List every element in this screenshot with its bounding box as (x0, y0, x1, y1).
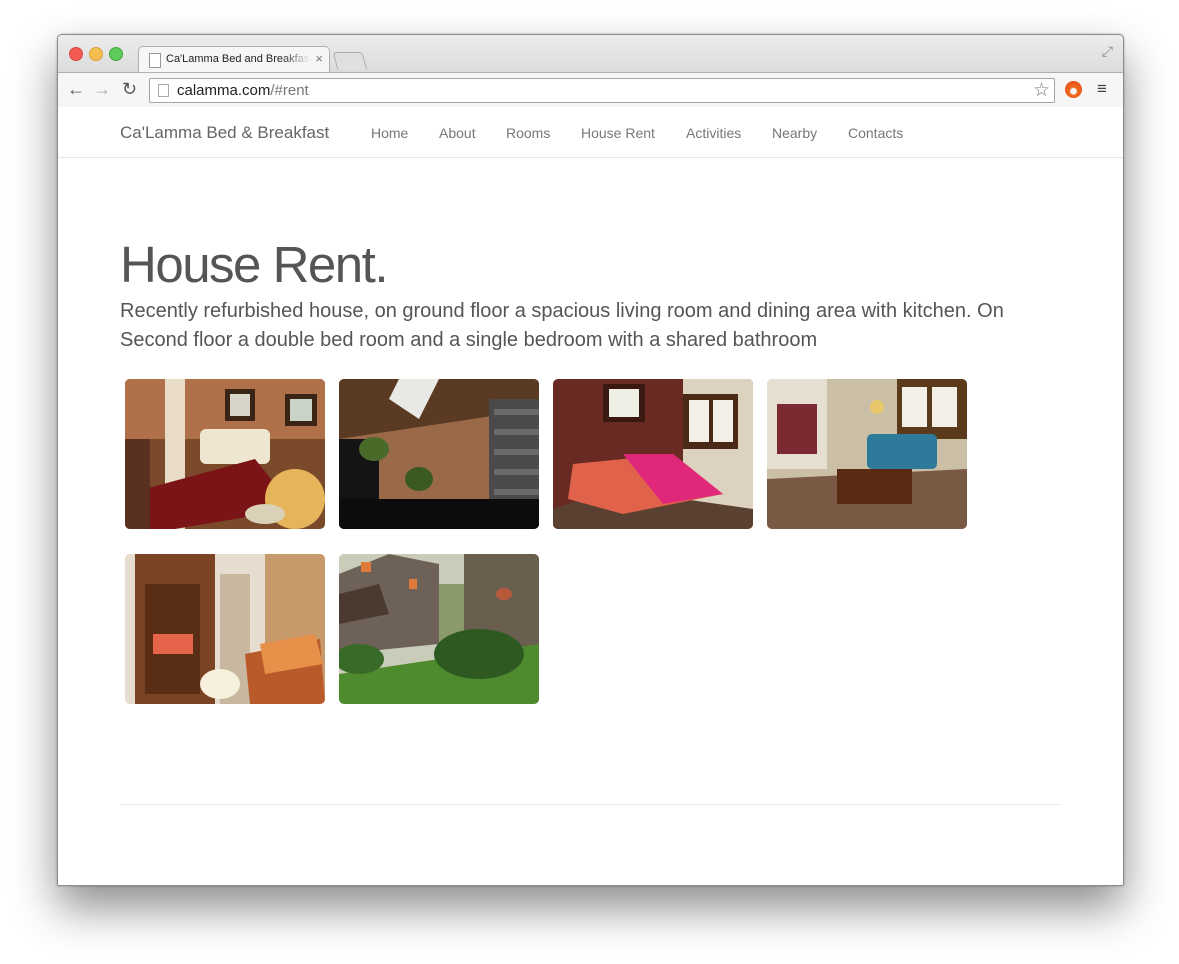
nav-activities[interactable]: Activities (686, 125, 741, 141)
url-host: calamma.com (177, 82, 271, 99)
window-close-button[interactable] (69, 47, 83, 61)
browser-menu-icon[interactable]: ≡ (1097, 79, 1107, 99)
fullscreen-icon[interactable]: ⤢ (1102, 43, 1113, 60)
nav-house-rent[interactable]: House Rent (581, 125, 655, 141)
tab-close-icon[interactable]: × (315, 51, 323, 66)
browser-toolbar: ← → ↻ calamma.com/#rent ☆ ≡ (58, 72, 1123, 108)
window-zoom-button[interactable] (109, 47, 123, 61)
page-icon (158, 84, 169, 97)
new-tab-button[interactable] (332, 52, 368, 70)
photo-dining-room[interactable] (767, 379, 967, 529)
nav-nearby[interactable]: Nearby (772, 125, 817, 141)
tab-title: Ca'Lamma Bed and Breakfast (166, 53, 311, 65)
back-arrow-icon[interactable]: ← (67, 78, 85, 100)
bookmark-star-icon[interactable]: ☆ (1033, 79, 1050, 102)
page-viewport: Ca'Lamma Bed & Breakfast Home About Room… (58, 107, 1123, 885)
photo-double-bedroom[interactable] (553, 379, 753, 529)
photo-house-exterior[interactable] (339, 554, 539, 704)
photo-living-room[interactable] (125, 379, 325, 529)
address-bar[interactable]: calamma.com/#rent ☆ (149, 78, 1055, 103)
nav-contacts[interactable]: Contacts (848, 125, 903, 141)
extension-flame-icon[interactable] (1065, 81, 1082, 98)
page-title: House Rent. (120, 236, 389, 293)
footer-divider (120, 804, 1061, 805)
window-minimize-button[interactable] (89, 47, 103, 61)
title-bar: Ca'Lamma Bed and Breakfast × ⤢ (58, 35, 1123, 73)
house-description: Recently refurbished house, on ground fl… (120, 300, 1004, 351)
page-icon (149, 53, 161, 68)
brand-link[interactable]: Ca'Lamma Bed & Breakfast (120, 123, 329, 143)
nav-home[interactable]: Home (371, 125, 408, 141)
photo-single-bedroom[interactable] (125, 554, 325, 704)
nav-rooms[interactable]: Rooms (506, 125, 550, 141)
url-path: /#rent (270, 82, 309, 99)
forward-arrow-icon[interactable]: → (93, 78, 111, 100)
reload-icon[interactable]: ↻ (122, 78, 137, 100)
url-text: calamma.com/#rent (177, 82, 309, 99)
photo-staircase[interactable] (339, 379, 539, 529)
site-navbar: Ca'Lamma Bed & Breakfast Home About Room… (58, 107, 1123, 158)
browser-tab-active[interactable]: Ca'Lamma Bed and Breakfast × (138, 46, 330, 73)
browser-window: Ca'Lamma Bed and Breakfast × ⤢ ← → ↻ cal… (57, 34, 1124, 886)
nav-about[interactable]: About (439, 125, 476, 141)
